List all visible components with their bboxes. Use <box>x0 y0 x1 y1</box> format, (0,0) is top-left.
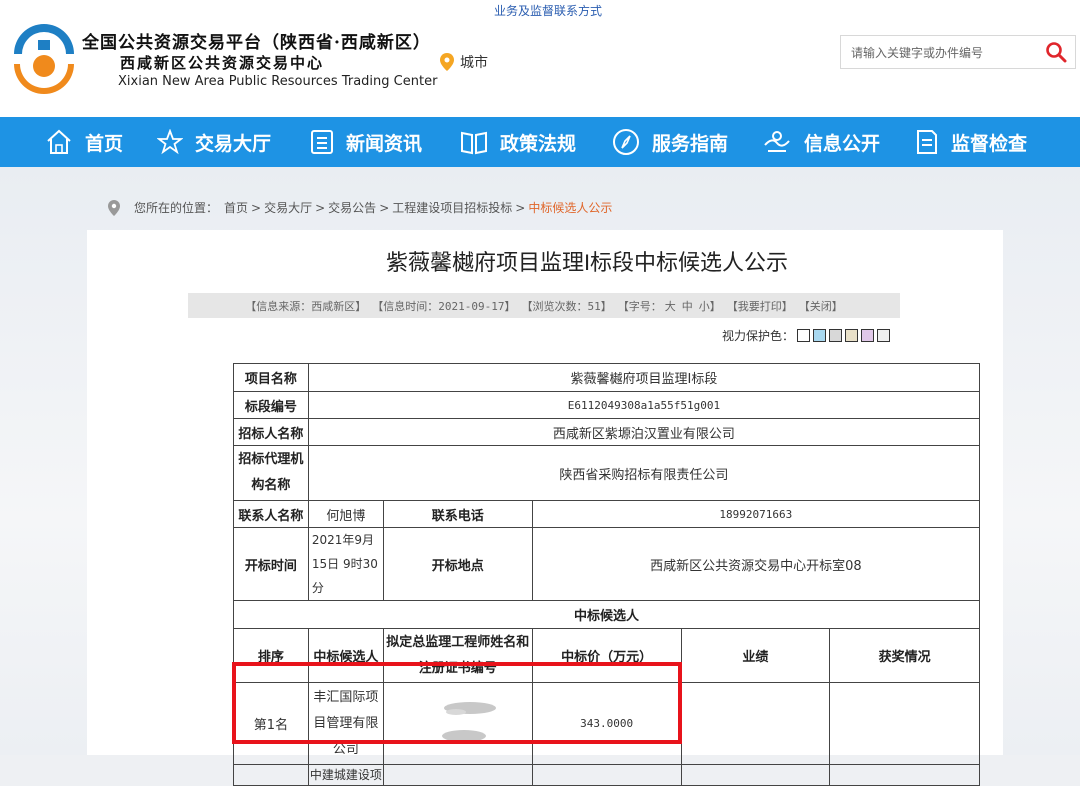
section-no-label: 标段编号 <box>233 391 309 419</box>
open-place-label: 开标地点 <box>382 527 533 601</box>
column-header: 获奖情况 <box>829 628 980 683</box>
site-logo[interactable] <box>10 20 78 96</box>
font-medium-button[interactable]: 中 <box>682 298 693 314</box>
highlight-box <box>232 662 682 744</box>
font-large-button[interactable]: 大 <box>665 298 676 314</box>
supervise-contact-link[interactable]: 业务及监督联系方式 <box>0 2 1080 19</box>
document-icon <box>917 130 937 154</box>
eye-care-label: 视力保护色： <box>722 329 795 343</box>
breadcrumb-trading-hall[interactable]: 交易大厅 <box>264 199 312 216</box>
nav-label: 交易大厅 <box>195 132 272 155</box>
nav-item-news[interactable]: 新闻资讯 <box>310 117 422 167</box>
agency-label: 招标代理机构名称 <box>233 445 309 501</box>
open-time-value: 2021年9月15日 9时30分 <box>307 527 384 601</box>
font-size-label: 【字号： <box>617 299 662 313</box>
font-small-button[interactable]: 小 <box>699 298 710 314</box>
info-source: 【信息来源：西咸新区】 <box>245 299 367 313</box>
section-no-value: E6112049308a1a55f51g001 <box>307 391 981 419</box>
project-name-label: 项目名称 <box>233 363 309 392</box>
site-title: 全国公共资源交易平台（陕西省·西咸新区） <box>82 33 431 53</box>
eye-care-colors: 视力保护色： <box>722 327 891 344</box>
tenderer-value: 西咸新区紫塬泊汉置业有限公司 <box>307 418 981 446</box>
font-size-close: 】 <box>709 299 721 313</box>
eye-care-swatch[interactable] <box>861 329 875 342</box>
breadcrumb-construction-bidding[interactable]: 工程建设项目招标投标 <box>392 199 512 216</box>
candidates-header: 中标候选人 <box>233 600 980 629</box>
open-time-label: 开标时间 <box>233 527 309 601</box>
breadcrumb-prefix: 您所在的位置： <box>134 201 219 215</box>
print-button[interactable]: 【我要打印】 <box>727 298 793 314</box>
nav-item-supervision[interactable]: 监督检查 <box>915 117 1027 167</box>
table-row: 联系人名称 何旭博 联系电话 18992071663 <box>233 500 981 528</box>
open-place-value: 西咸新区公共资源交易中心开标室08 <box>531 527 981 601</box>
column-header: 业绩 <box>680 628 831 683</box>
info-time: 【信息时间：2021-09-17】 <box>372 299 516 313</box>
phone-label: 联系电话 <box>382 500 533 528</box>
nav-label: 首页 <box>85 132 124 155</box>
awards-cell <box>829 682 980 765</box>
eye-care-swatch[interactable] <box>813 329 827 342</box>
table-row: 中建城建设项 <box>233 764 980 786</box>
table-row: 标段编号 E6112049308a1a55f51g001 <box>233 391 981 419</box>
site-english-name: Xixian New Area Public Resources Trading… <box>118 74 438 89</box>
close-button[interactable]: 【关闭】 <box>799 298 843 314</box>
eye-care-swatch[interactable] <box>845 329 859 342</box>
nav-item-service-guide[interactable]: 服务指南 <box>612 117 728 167</box>
nav-label: 服务指南 <box>652 132 729 155</box>
table-row: 项目名称 紫薇馨樾府项目监理I标段 <box>233 363 981 392</box>
breadcrumb-announcements[interactable]: 交易公告 <box>328 199 376 216</box>
info-views: 【浏览次数：51】 <box>521 299 612 313</box>
breadcrumb: 您所在的位置： 首页 > 交易大厅 > 交易公告 > 工程建设项目招标投标 > … <box>108 199 612 216</box>
nav-label: 信息公开 <box>804 132 881 155</box>
table-row: 中标候选人 <box>233 600 980 629</box>
agency-value: 陕西省采购招标有限责任公司 <box>307 445 981 501</box>
nav-item-trading-hall[interactable]: 交易大厅 <box>157 117 271 167</box>
eye-care-swatch[interactable] <box>797 329 811 342</box>
location-pin-icon <box>440 53 454 71</box>
company-cell: 中建城建设项 <box>307 764 384 786</box>
project-name-value: 紫薇馨樾府项目监理I标段 <box>307 363 981 392</box>
compass-icon <box>613 129 639 155</box>
city-label: 城市 <box>460 55 488 71</box>
site-header: 业务及监督联系方式 全国公共资源交易平台（陕西省·西咸新区） 西咸新区公共资源交… <box>0 0 1080 117</box>
nav-item-info-disclosure[interactable]: 信息公开 <box>762 117 880 167</box>
site-subtitle: 西咸新区公共资源交易中心 <box>120 54 325 72</box>
eye-care-swatch[interactable] <box>877 329 891 342</box>
phone-value: 18992071663 <box>531 500 981 528</box>
breadcrumb-current: 中标候选人公示 <box>528 201 613 215</box>
table-row: 招标人名称 西咸新区紫塬泊汉置业有限公司 <box>233 418 981 446</box>
handshake-icon <box>764 131 790 152</box>
nav-item-home[interactable]: 首页 <box>45 117 123 167</box>
nav-label: 新闻资讯 <box>346 132 423 155</box>
tenderer-label: 招标人名称 <box>233 418 309 446</box>
table-row: 开标时间 2021年9月15日 9时30分 开标地点 西咸新区公共资源交易中心开… <box>233 527 981 601</box>
news-icon <box>311 130 333 154</box>
table-row: 招标代理机构名称 陕西省采购招标有限责任公司 <box>233 445 981 501</box>
home-icon <box>47 129 71 154</box>
search-box <box>840 35 1076 70</box>
search-icon[interactable] <box>1045 41 1067 63</box>
nav-label: 监督检查 <box>951 132 1028 155</box>
contact-label: 联系人名称 <box>233 500 309 528</box>
nav-label: 政策法规 <box>500 132 577 155</box>
book-icon <box>461 131 487 155</box>
contact-value: 何旭博 <box>307 500 384 528</box>
star-icon <box>157 129 183 155</box>
location-pin-icon <box>108 199 120 216</box>
nav-item-policy[interactable]: 政策法规 <box>460 117 576 167</box>
performance-cell <box>680 682 831 765</box>
main-nav: 首页 交易大厅 新闻资讯 政策法规 服务指南 信息公开 监督检查 <box>0 117 1080 167</box>
article-info-bar: 【信息来源：西咸新区】 【信息时间：2021-09-17】 【浏览次数：51】 … <box>188 293 900 318</box>
city-selector[interactable]: 城市 <box>440 52 488 72</box>
search-input[interactable] <box>841 36 1043 70</box>
eye-care-swatch[interactable] <box>829 329 843 342</box>
breadcrumb-home[interactable]: 首页 <box>224 199 248 216</box>
article-title: 紫薇馨樾府项目监理I标段中标候选人公示 <box>385 250 789 275</box>
